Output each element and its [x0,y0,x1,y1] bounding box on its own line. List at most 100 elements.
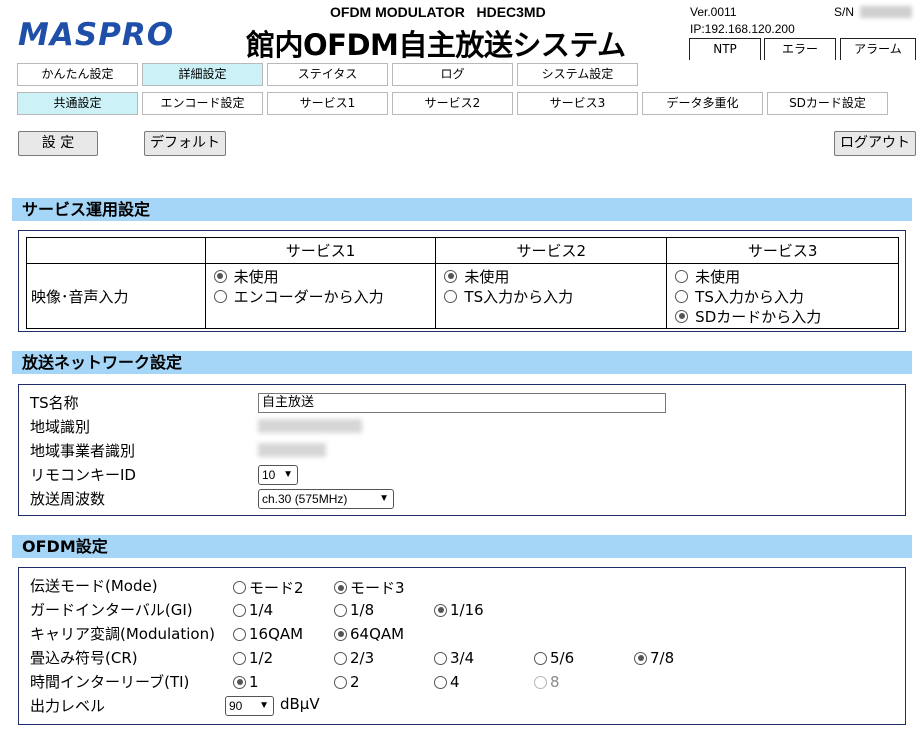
service3-ts-option[interactable]: TS入力から入力 [675,286,890,306]
mode3-option[interactable]: モード3 [334,577,405,598]
default-button[interactable]: デフォルト [144,131,226,156]
radio-button[interactable] [444,269,458,283]
subtab-sd-card[interactable]: SDカード設定 [767,92,888,115]
service2-header: サービス2 [435,237,668,264]
option-label: 64QAM [350,625,405,643]
cr-1-2-option[interactable]: 1/2 [233,649,273,667]
subtab-service1[interactable]: サービス1 [267,92,388,115]
output-level-unit: dBμV [280,695,320,713]
radio-button[interactable] [434,675,447,689]
gi-1-8-option[interactable]: 1/8 [334,601,374,619]
radio-button[interactable] [213,289,227,303]
version-label: Ver.0011 [690,5,737,19]
cr-3-4-option[interactable]: 3/4 [434,649,474,667]
alarm-status-button[interactable]: アラーム [840,38,916,60]
ti-2-option[interactable]: 2 [334,673,360,691]
frequency-label: 放送周波数 [30,490,106,508]
set-button[interactable]: 設 定 [18,131,98,156]
cr-label: 畳込み符号(CR) [30,649,138,667]
remote-key-select[interactable]: 10 ▼ [258,465,298,485]
mod-16qam-option[interactable]: 16QAM [233,625,303,643]
radio-button[interactable] [233,675,246,689]
option-label: モード2 [249,579,304,597]
cr-5-6-option[interactable]: 5/6 [534,649,574,667]
serial-label: S/N [834,5,855,19]
ts-name-label: TS名称 [30,394,79,412]
radio-button[interactable] [233,627,246,641]
region-id-select-redacted[interactable] [258,419,362,433]
ti-8-option: 8 [534,673,560,691]
option-label: 1/4 [249,601,274,619]
radio-button[interactable] [675,269,689,283]
radio-button[interactable] [334,581,347,594]
radio-button[interactable] [334,675,347,689]
tab-easy-settings[interactable]: かんたん設定 [17,63,138,86]
service2-ts-option[interactable]: TS入力から入力 [444,286,658,306]
select-value: 10 [262,468,276,482]
radio-button[interactable] [444,289,458,303]
radio-button[interactable] [233,603,246,617]
radio-button[interactable] [634,651,647,665]
service-table-corner [26,237,206,264]
service1-header: サービス1 [204,237,437,264]
model-name: OFDM MODULATOR HDEC3MD [330,4,546,20]
option-label: 2/3 [350,649,375,667]
region-id-label: 地域識別 [30,418,91,436]
service1-encoder-option[interactable]: エンコーダーから入力 [213,286,428,306]
subtab-service2[interactable]: サービス2 [392,92,513,115]
radio-button[interactable] [534,651,547,665]
service1-input-options: 未使用 エンコーダーから入力 [204,263,437,329]
option-label: TS入力から入力 [695,287,804,306]
mod-64qam-option[interactable]: 64QAM [334,625,404,643]
logout-button[interactable]: ログアウト [834,131,916,156]
operator-id-select-redacted[interactable] [258,443,326,457]
radio-button[interactable] [675,289,689,303]
cr-2-3-option[interactable]: 2/3 [334,649,374,667]
ti-1-option[interactable]: 1 [233,673,259,691]
tab-detail-settings[interactable]: 詳細設定 [142,63,263,86]
option-label: モード3 [350,579,405,597]
service2-unused-option[interactable]: 未使用 [444,266,658,286]
option-label: 8 [550,673,560,691]
radio-button[interactable] [213,269,227,283]
tab-status[interactable]: ステイタス [267,63,388,86]
radio-button[interactable] [434,651,447,665]
option-label: 未使用 [464,267,510,286]
serial-number-redacted [860,6,912,18]
service3-input-options: 未使用 TS入力から入力 SDカードから入力 [666,263,899,329]
subtab-data-multiplex[interactable]: データ多重化 [642,92,763,115]
service3-sd-option[interactable]: SDカードから入力 [675,306,890,326]
radio-button[interactable] [233,581,246,594]
gi-1-16-option[interactable]: 1/16 [434,601,484,619]
ts-name-input[interactable]: 自主放送 [258,393,666,413]
maspro-logo: MASPRO [18,17,175,53]
cr-7-8-option[interactable]: 7/8 [634,649,674,667]
chevron-down-icon: ▼ [379,493,389,504]
av-input-label: 映像･音声入力 [26,263,206,329]
remote-key-label: リモコンキーID [30,466,136,484]
option-label: 2 [350,673,360,691]
radio-button[interactable] [334,651,347,665]
option-label: 1 [249,673,259,691]
output-level-label: 出力レベル [30,697,106,715]
tab-log[interactable]: ログ [392,63,513,86]
ti-4-option[interactable]: 4 [434,673,460,691]
gi-1-4-option[interactable]: 1/4 [233,601,273,619]
service1-unused-option[interactable]: 未使用 [213,266,428,286]
frequency-select[interactable]: ch.30 (575MHz) ▼ [258,489,394,509]
mode2-option[interactable]: モード2 [233,577,304,598]
radio-button[interactable] [233,651,246,665]
tab-system-settings[interactable]: システム設定 [517,63,638,86]
radio-button[interactable] [334,627,347,641]
subtab-service3[interactable]: サービス3 [517,92,638,115]
error-status-button[interactable]: エラー [764,38,836,60]
radio-button[interactable] [675,309,689,323]
radio-button[interactable] [434,603,447,617]
ntp-status-button[interactable]: NTP [689,38,761,60]
option-label: SDカードから入力 [695,307,822,326]
radio-button[interactable] [334,603,347,617]
subtab-encode[interactable]: エンコード設定 [142,92,263,115]
output-level-select[interactable]: 90 ▼ [225,696,274,716]
service3-unused-option[interactable]: 未使用 [675,266,890,286]
subtab-common[interactable]: 共通設定 [17,92,138,115]
